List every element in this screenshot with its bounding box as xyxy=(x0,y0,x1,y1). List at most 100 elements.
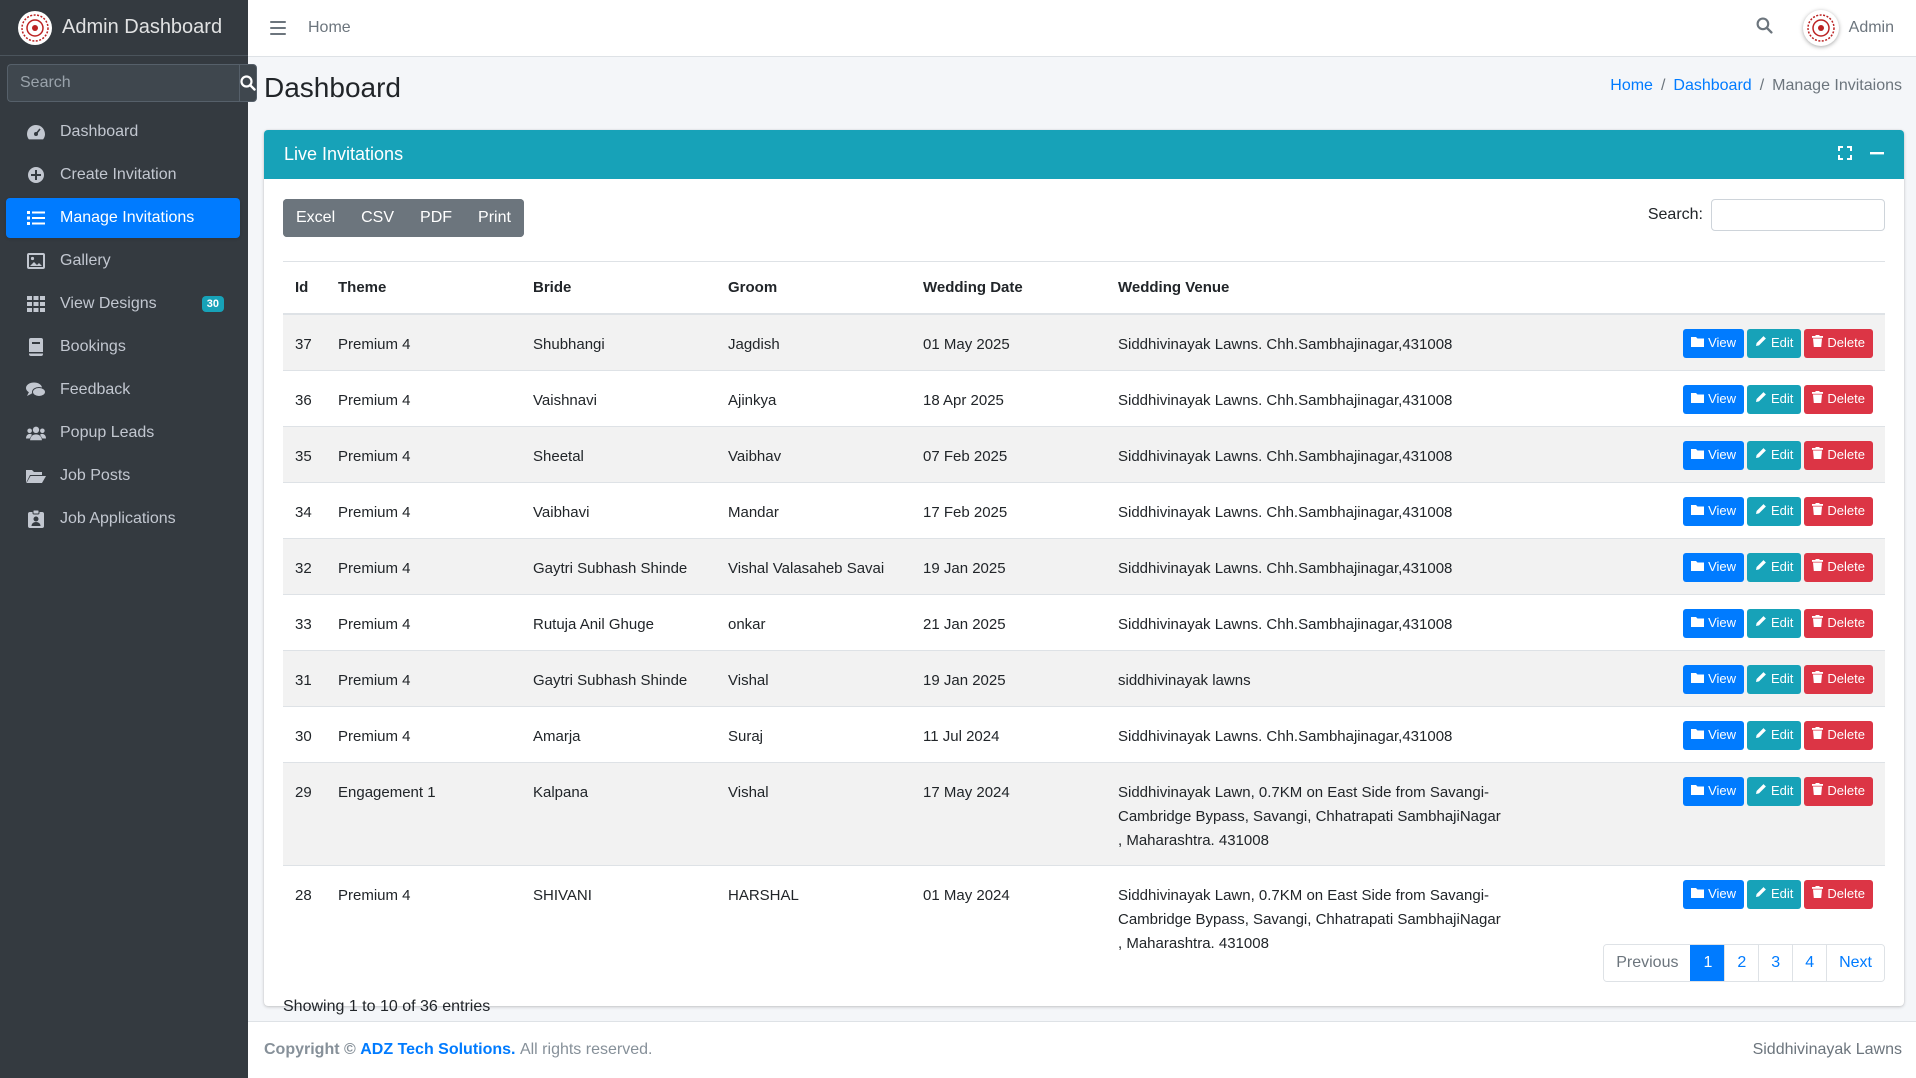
table-row: 32 Premium 4 Gaytri Subhash Shinde Vishal V… xyxy=(283,537,1885,594)
delete-button[interactable]: Delete xyxy=(1804,496,1873,526)
delete-button[interactable]: Delete xyxy=(1804,440,1873,470)
view-button[interactable]: View xyxy=(1683,879,1745,909)
edit-button[interactable]: Edit xyxy=(1747,552,1802,582)
sidebar-item-job-posts[interactable]: Job Posts xyxy=(6,456,240,496)
table-info: Showing 1 to 10 of 36 entries xyxy=(283,998,491,1015)
sidebar-item-dashboard[interactable]: Dashboard xyxy=(6,112,240,152)
sidebar-item-job-applications[interactable]: Job Applications xyxy=(6,499,240,539)
sidebar-nav: Dashboard Create Invitation Manage Invit… xyxy=(0,112,248,539)
search-icon[interactable] xyxy=(1756,17,1773,39)
view-button[interactable]: View xyxy=(1683,384,1745,414)
breadcrumb-separator: / xyxy=(1660,77,1666,94)
view-button[interactable]: View xyxy=(1683,664,1745,694)
view-button[interactable]: View xyxy=(1683,440,1745,470)
sidebar-item-feedback[interactable]: Feedback xyxy=(6,370,240,410)
column-header-bride[interactable]: Bride xyxy=(521,261,716,315)
pagination-page-4[interactable]: 4 xyxy=(1792,945,1827,981)
delete-button[interactable]: Delete xyxy=(1804,879,1873,909)
pagination-page-2[interactable]: 2 xyxy=(1724,945,1759,981)
delete-button[interactable]: Delete xyxy=(1804,776,1873,806)
edit-button-label: Edit xyxy=(1771,391,1794,406)
pdf-export-button[interactable]: PDF xyxy=(407,199,466,237)
sidebar-item-create-invitation[interactable]: Create Invitation xyxy=(6,155,240,195)
view-button[interactable]: View xyxy=(1683,552,1745,582)
edit-button[interactable]: Edit xyxy=(1747,384,1802,414)
sidebar-item-view-designs[interactable]: View Designs 30 xyxy=(6,284,240,324)
cell-groom: HARSHAL xyxy=(716,864,911,968)
sidebar-search-button[interactable] xyxy=(239,64,257,102)
cell-groom: Vishal xyxy=(716,649,911,706)
view-button[interactable]: View xyxy=(1683,496,1745,526)
pencil-icon xyxy=(1755,667,1767,691)
delete-button-label: Delete xyxy=(1827,783,1865,798)
pagination-page-1[interactable]: 1 xyxy=(1690,945,1725,981)
folder-icon xyxy=(1691,387,1705,411)
sidebar-item-label: Job Posts xyxy=(60,467,131,484)
excel-export-button[interactable]: Excel xyxy=(283,199,349,237)
delete-button[interactable]: Delete xyxy=(1804,608,1873,638)
edit-button[interactable]: Edit xyxy=(1747,496,1802,526)
delete-button[interactable]: Delete xyxy=(1804,552,1873,582)
edit-button[interactable]: Edit xyxy=(1747,879,1802,909)
edit-button[interactable]: Edit xyxy=(1747,328,1802,358)
sidebar-item-gallery[interactable]: Gallery xyxy=(6,241,240,281)
breadcrumb-home-link[interactable]: Home xyxy=(1610,77,1653,95)
pagination-previous[interactable]: Previous xyxy=(1604,945,1691,981)
edit-button[interactable]: Edit xyxy=(1747,608,1802,638)
sidebar-item-bookings[interactable]: Bookings xyxy=(6,327,240,367)
edit-button[interactable]: Edit xyxy=(1747,664,1802,694)
folder-icon xyxy=(1691,331,1705,355)
breadcrumb-dashboard-link[interactable]: Dashboard xyxy=(1673,77,1751,95)
view-button[interactable]: View xyxy=(1683,720,1745,750)
delete-button-label: Delete xyxy=(1827,615,1865,630)
designs-count-badge: 30 xyxy=(201,296,224,312)
trash-icon xyxy=(1812,387,1824,411)
delete-button[interactable]: Delete xyxy=(1804,664,1873,694)
trash-icon xyxy=(1812,331,1824,355)
column-header-id[interactable]: Id xyxy=(283,261,326,315)
brand-link[interactable]: Admin Dashboard xyxy=(0,0,248,56)
column-header-wedding-date[interactable]: Wedding Date xyxy=(911,261,1106,315)
column-header-theme[interactable]: Theme xyxy=(326,261,521,315)
view-button[interactable]: View xyxy=(1683,776,1745,806)
cell-theme: Premium 4 xyxy=(326,369,521,426)
avatar[interactable] xyxy=(1802,10,1839,46)
edit-button[interactable]: Edit xyxy=(1747,440,1802,470)
expand-icon[interactable] xyxy=(1838,144,1852,165)
edit-button[interactable]: Edit xyxy=(1747,720,1802,750)
sidebar-item-popup-leads[interactable]: Popup Leads xyxy=(6,413,240,453)
view-button[interactable]: View xyxy=(1683,608,1745,638)
tachometer-icon xyxy=(26,123,46,141)
pagination-page-3[interactable]: 3 xyxy=(1758,945,1793,981)
pencil-icon xyxy=(1755,555,1767,579)
delete-button[interactable]: Delete xyxy=(1804,328,1873,358)
user-name[interactable]: Admin xyxy=(1849,19,1894,37)
sidebar-search-input[interactable] xyxy=(7,64,239,102)
minimize-icon[interactable] xyxy=(1870,144,1884,165)
cell-wedding-date: 17 Feb 2025 xyxy=(911,481,1106,538)
edit-button[interactable]: Edit xyxy=(1747,776,1802,806)
edit-button-label: Edit xyxy=(1771,503,1794,518)
edit-button-label: Edit xyxy=(1771,671,1794,686)
delete-button[interactable]: Delete xyxy=(1804,720,1873,750)
cell-wedding-date: 18 Apr 2025 xyxy=(911,369,1106,426)
column-header-wedding-venue[interactable]: Wedding Venue xyxy=(1106,261,1526,315)
column-header-groom[interactable]: Groom xyxy=(716,261,911,315)
top-home-link[interactable]: Home xyxy=(308,19,351,37)
footer-company-link[interactable]: ADZ Tech Solutions. xyxy=(360,1041,515,1059)
menu-toggle-icon[interactable] xyxy=(270,21,286,35)
table-search-input[interactable] xyxy=(1711,199,1885,231)
print-button[interactable]: Print xyxy=(465,199,524,237)
table-row: 30 Premium 4 Amarja Suraj 11 Jul 2024 Siddhiv… xyxy=(283,705,1885,762)
pagination-next[interactable]: Next xyxy=(1826,945,1884,981)
venue-text: Siddhivinayak Lawns. Chh.Sambhajinagar,4… xyxy=(1118,335,1453,353)
delete-button[interactable]: Delete xyxy=(1804,384,1873,414)
cell-wedding-venue: Siddhivinayak Lawns. Chh.Sambhajinagar,4… xyxy=(1106,593,1526,650)
view-button[interactable]: View xyxy=(1683,328,1745,358)
folder-open-icon xyxy=(26,467,46,485)
breadcrumb: Home / Dashboard / Manage Invitaions xyxy=(1610,77,1902,95)
csv-export-button[interactable]: CSV xyxy=(348,199,408,237)
sidebar-item-manage-invitations[interactable]: Manage Invitations xyxy=(6,198,240,238)
delete-button-label: Delete xyxy=(1827,559,1865,574)
table-row: 31 Premium 4 Gaytri Subhash Shinde Vishal 19… xyxy=(283,649,1885,706)
